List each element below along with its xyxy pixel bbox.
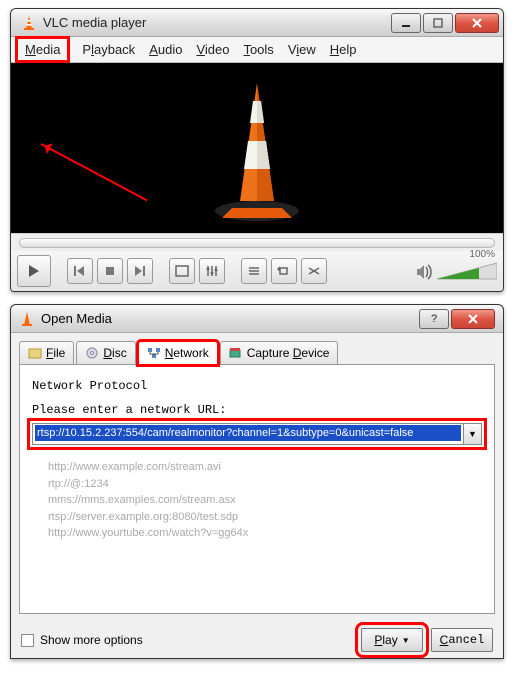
url-prompt: Please enter a network URL: bbox=[32, 403, 482, 417]
close-button[interactable] bbox=[455, 13, 499, 33]
menu-playback[interactable]: Playback bbox=[82, 42, 135, 57]
tab-file[interactable]: File bbox=[19, 341, 74, 365]
dialog-titlebar: Open Media ? bbox=[11, 305, 503, 333]
volume-slider[interactable] bbox=[437, 261, 497, 281]
dialog-title: Open Media bbox=[41, 311, 417, 326]
maximize-button[interactable] bbox=[423, 13, 453, 33]
url-examples: http://www.example.com/stream.avi rtp://… bbox=[48, 459, 482, 542]
tab-disc[interactable]: Disc bbox=[76, 341, 135, 365]
tab-bar: File Disc Network Capture Device bbox=[19, 341, 495, 365]
menu-video[interactable]: Video bbox=[196, 42, 229, 57]
vlc-cone-logo bbox=[202, 73, 312, 223]
tab-network[interactable]: Network bbox=[138, 341, 218, 365]
previous-button[interactable] bbox=[67, 258, 93, 284]
url-input[interactable]: rtsp://10.15.2.237:554/cam/realmonitor?c… bbox=[32, 423, 464, 445]
network-icon bbox=[147, 347, 161, 359]
menu-tools[interactable]: Tools bbox=[243, 42, 273, 57]
menu-view[interactable]: View bbox=[288, 42, 316, 57]
menu-help[interactable]: Help bbox=[330, 42, 357, 57]
tab-capture[interactable]: Capture Device bbox=[220, 341, 339, 365]
play-button[interactable]: Play▼ bbox=[361, 628, 423, 652]
url-input-row: rtsp://10.15.2.237:554/cam/realmonitor?c… bbox=[32, 423, 482, 445]
seek-bar[interactable] bbox=[11, 233, 503, 251]
network-panel: Network Protocol Please enter a network … bbox=[19, 364, 495, 614]
show-more-label: Show more options bbox=[40, 633, 143, 647]
show-more-checkbox[interactable] bbox=[21, 634, 34, 647]
vlc-cone-icon bbox=[21, 15, 37, 31]
disc-icon bbox=[85, 347, 99, 359]
stop-button[interactable] bbox=[97, 258, 123, 284]
window-title: VLC media player bbox=[43, 15, 389, 30]
capture-icon bbox=[229, 347, 243, 359]
playlist-button[interactable] bbox=[241, 258, 267, 284]
dialog-help-button[interactable]: ? bbox=[419, 309, 449, 329]
titlebar: VLC media player bbox=[11, 9, 503, 37]
menu-audio[interactable]: Audio bbox=[149, 42, 182, 57]
menu-media[interactable]: Media bbox=[17, 38, 68, 61]
url-dropdown-button[interactable]: ▼ bbox=[464, 423, 482, 445]
video-area bbox=[11, 63, 503, 233]
next-button[interactable] bbox=[127, 258, 153, 284]
network-heading: Network Protocol bbox=[32, 379, 482, 393]
play-button[interactable] bbox=[17, 255, 51, 287]
vlc-main-window: VLC media player Media Playback Audio Vi… bbox=[10, 8, 504, 292]
open-media-dialog: Open Media ? File Disc Network Capture D… bbox=[10, 304, 504, 659]
speaker-icon[interactable] bbox=[415, 263, 433, 281]
file-icon bbox=[28, 347, 42, 359]
volume-label: 100% bbox=[469, 249, 495, 260]
controls-bar: 100% bbox=[11, 251, 503, 291]
dialog-close-button[interactable] bbox=[451, 309, 495, 329]
minimize-button[interactable] bbox=[391, 13, 421, 33]
fullscreen-button[interactable] bbox=[169, 258, 195, 284]
cancel-button[interactable]: Cancel bbox=[431, 628, 493, 652]
vlc-cone-icon bbox=[19, 311, 35, 327]
extended-settings-button[interactable] bbox=[199, 258, 225, 284]
dialog-bottom-bar: Show more options Play▼ Cancel bbox=[11, 622, 503, 658]
menubar: Media Playback Audio Video Tools View He… bbox=[11, 37, 503, 63]
volume-area: 100% bbox=[437, 261, 497, 281]
shuffle-button[interactable] bbox=[301, 258, 327, 284]
annotation-arrow bbox=[41, 143, 148, 201]
loop-button[interactable] bbox=[271, 258, 297, 284]
